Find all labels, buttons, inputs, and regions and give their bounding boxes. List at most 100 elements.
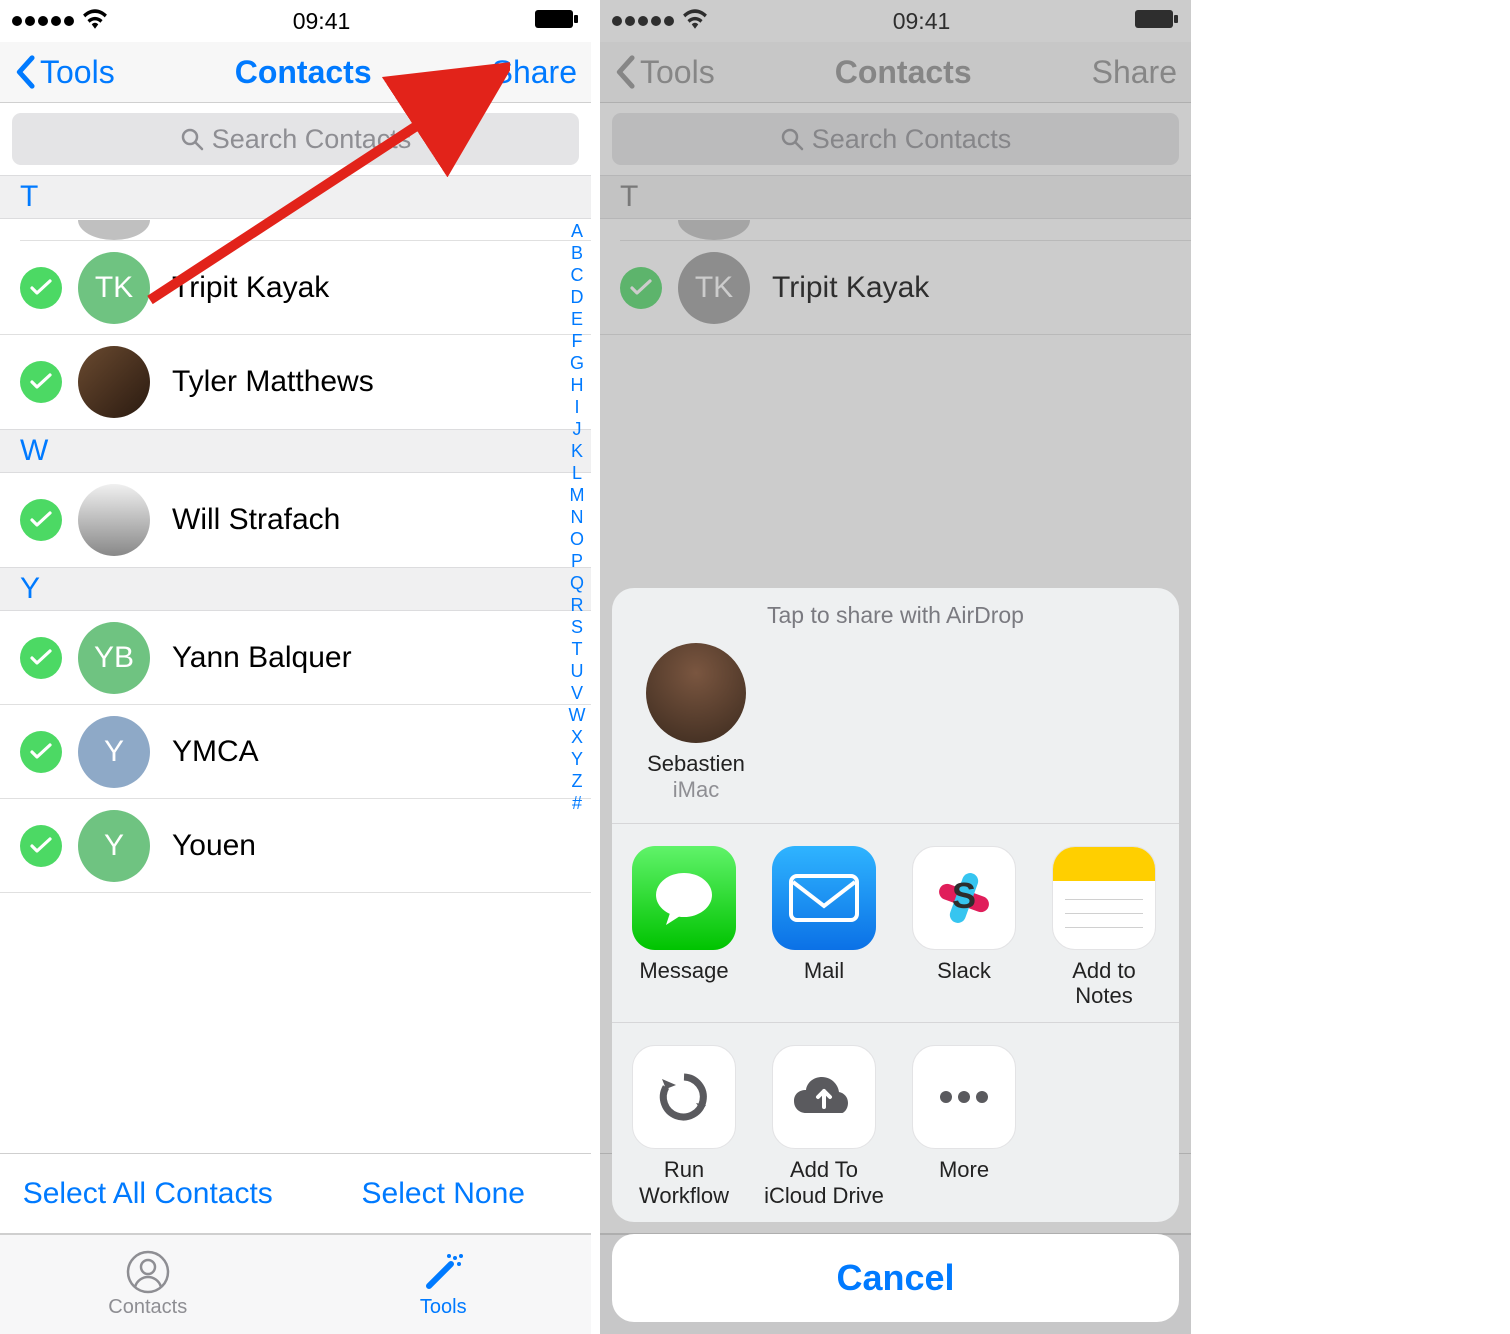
check-icon[interactable]	[20, 361, 62, 403]
left-phone-screenshot: 09:41 Tools Contacts Share Search Contac…	[0, 0, 591, 1334]
more-icon	[912, 1045, 1016, 1149]
status-bar: 09:41	[0, 0, 591, 42]
airdrop-name: Sebastien	[647, 751, 745, 777]
partial-previous-row	[620, 219, 1191, 241]
section-header-t: T	[0, 175, 591, 219]
wifi-icon	[82, 8, 108, 35]
avatar: Y	[78, 716, 150, 788]
search-placeholder: Search Contacts	[812, 124, 1012, 155]
tab-label: Contacts	[108, 1296, 187, 1319]
share-action-more[interactable]: More	[904, 1045, 1024, 1208]
airdrop-section: Tap to share with AirDrop Sebastien iMac	[612, 588, 1179, 823]
share-app-slack[interactable]: S Slack	[904, 846, 1024, 1009]
avatar	[78, 346, 150, 418]
contact-name: Yann Balquer	[172, 641, 352, 675]
contact-row[interactable]: TK Tripit Kayak	[0, 241, 591, 335]
share-action-icloud[interactable]: Add ToiCloud Drive	[764, 1045, 884, 1208]
share-apps-row[interactable]: Message Mail S Sl	[612, 823, 1179, 1023]
contact-row[interactable]: Y Youen	[0, 799, 591, 893]
workflow-icon	[632, 1045, 736, 1149]
airdrop-avatar	[646, 643, 746, 743]
share-sheet: Tap to share with AirDrop Sebastien iMac…	[612, 588, 1179, 1322]
selection-toolbar: Select All Contacts Select None	[0, 1153, 591, 1234]
share-button: Share	[1092, 54, 1177, 91]
search-icon	[180, 127, 204, 151]
select-none-button[interactable]: Select None	[296, 1154, 592, 1233]
contact-row: TK Tripit Kayak	[600, 241, 1191, 335]
notes-icon	[1052, 846, 1156, 950]
share-action-label: RunWorkflow	[639, 1157, 729, 1208]
battery-icon	[535, 8, 579, 35]
check-icon[interactable]	[20, 731, 62, 773]
search-placeholder: Search Contacts	[212, 124, 412, 155]
contact-row[interactable]: Y YMCA	[0, 705, 591, 799]
contact-name: YMCA	[172, 735, 259, 769]
avatar: YB	[78, 622, 150, 694]
tab-bar: Contacts Tools	[0, 1234, 591, 1334]
contact-row[interactable]: Will Strafach	[0, 473, 591, 567]
section-header-t: T	[600, 175, 1191, 219]
status-time: 09:41	[293, 8, 351, 35]
avatar	[78, 484, 150, 556]
battery-icon	[1135, 8, 1179, 35]
tab-contacts[interactable]: Contacts	[0, 1235, 296, 1334]
check-icon[interactable]	[20, 267, 62, 309]
share-app-message[interactable]: Message	[624, 846, 744, 1009]
slack-icon: S	[912, 846, 1016, 950]
nav-title: Contacts	[235, 54, 372, 91]
share-app-mail[interactable]: Mail	[764, 846, 884, 1009]
share-app-label: Message	[639, 958, 728, 983]
share-app-notes[interactable]: Add to Notes	[1044, 846, 1164, 1009]
status-bar: 09:41	[600, 0, 1191, 42]
share-app-label: Mail	[804, 958, 844, 983]
contact-name: Tyler Matthews	[172, 365, 374, 399]
signal-dots-icon	[12, 16, 74, 26]
nav-title: Contacts	[835, 54, 972, 91]
contact-name: Youen	[172, 829, 256, 863]
check-icon	[620, 267, 662, 309]
contact-row[interactable]: Tyler Matthews	[0, 335, 591, 429]
share-action-label: Add ToiCloud Drive	[764, 1157, 884, 1208]
section-header-y: Y	[0, 567, 591, 611]
contact-name: Tripit Kayak	[172, 271, 329, 305]
back-button[interactable]: Tools	[14, 54, 115, 91]
airdrop-target[interactable]: Sebastien iMac	[630, 643, 762, 803]
avatar: TK	[78, 252, 150, 324]
airdrop-device: iMac	[673, 777, 719, 803]
section-header-w: W	[0, 429, 591, 473]
icloud-icon	[772, 1045, 876, 1149]
share-app-label: Slack	[937, 958, 991, 983]
check-icon[interactable]	[20, 499, 62, 541]
message-icon	[632, 846, 736, 950]
tab-tools[interactable]: Tools	[296, 1235, 592, 1334]
check-icon[interactable]	[20, 637, 62, 679]
share-app-label: Add to Notes	[1044, 958, 1164, 1009]
avatar: Y	[78, 810, 150, 882]
alphabet-index[interactable]: ABCDEFGHIJKLMNOPQRSTUVWXYZ#	[565, 220, 589, 814]
share-action-workflow[interactable]: RunWorkflow	[624, 1045, 744, 1208]
share-card: Tap to share with AirDrop Sebastien iMac…	[612, 588, 1179, 1222]
search-input: Search Contacts	[612, 113, 1179, 165]
right-phone-screenshot: 09:41 Tools Contacts Share Search Contac…	[600, 0, 1191, 1334]
partial-previous-row	[20, 219, 591, 241]
select-all-button[interactable]: Select All Contacts	[0, 1154, 296, 1233]
contact-row[interactable]: YB Yann Balquer	[0, 611, 591, 705]
contacts-tab-icon	[126, 1250, 170, 1294]
share-action-label: More	[939, 1157, 989, 1182]
status-time: 09:41	[893, 8, 951, 35]
wifi-icon	[682, 8, 708, 35]
airdrop-title: Tap to share with AirDrop	[630, 602, 1161, 629]
avatar: TK	[678, 252, 750, 324]
svg-text:S: S	[952, 875, 976, 916]
contact-name: Will Strafach	[172, 503, 340, 537]
mail-icon	[772, 846, 876, 950]
cancel-button[interactable]: Cancel	[612, 1234, 1179, 1322]
contact-name: Tripit Kayak	[772, 271, 929, 305]
search-input[interactable]: Search Contacts	[12, 113, 579, 165]
share-button[interactable]: Share	[492, 54, 577, 91]
tab-label: Tools	[420, 1296, 467, 1319]
share-actions-row[interactable]: RunWorkflow Add ToiCloud Drive	[612, 1022, 1179, 1222]
navigation-bar: Tools Contacts Share	[0, 42, 591, 103]
chevron-left-icon	[614, 55, 636, 89]
check-icon[interactable]	[20, 825, 62, 867]
